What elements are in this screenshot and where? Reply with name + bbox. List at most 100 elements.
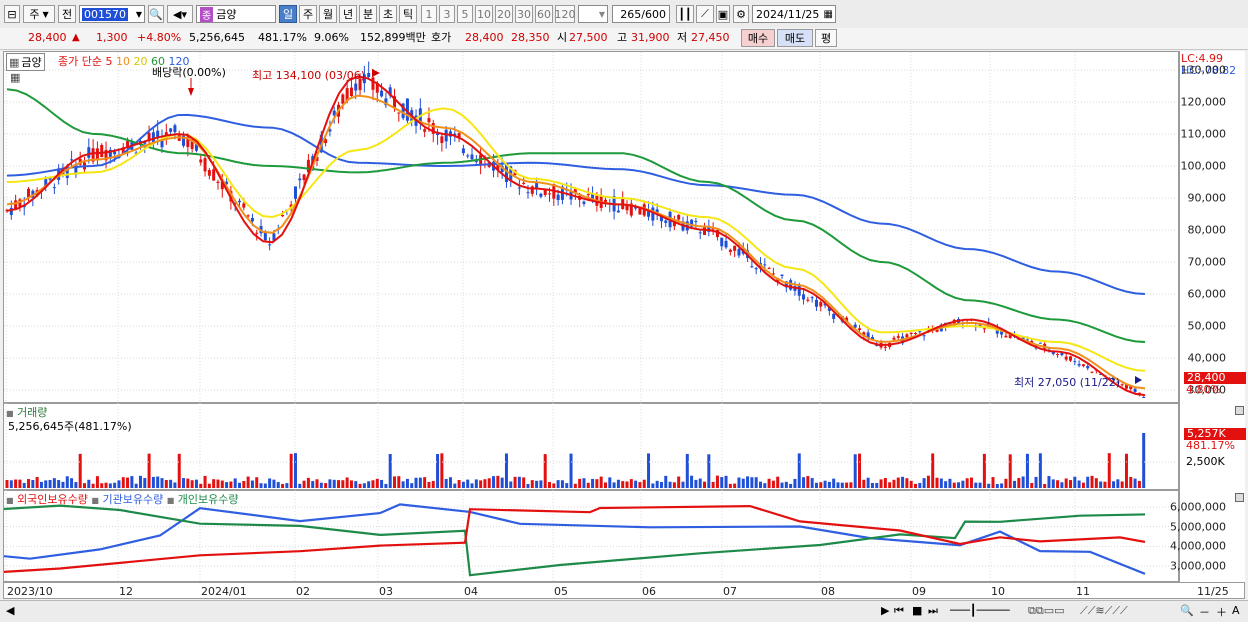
volume-bar (535, 480, 539, 488)
volume-bar (186, 478, 190, 488)
volume-bar (1043, 483, 1047, 488)
volume-bar (293, 453, 297, 488)
volume-bar (1116, 479, 1120, 488)
candle-body (427, 118, 431, 123)
volume-bar (375, 478, 379, 488)
candle-body (582, 201, 586, 204)
candle-body (737, 249, 741, 256)
high-note: 최고 134,100 (03/06) (252, 69, 366, 82)
volume-bar (845, 482, 849, 488)
volume-bar (436, 454, 440, 488)
candle-body (982, 328, 986, 330)
candle-body (638, 208, 642, 215)
candle-body (750, 266, 754, 268)
volume-bar (694, 479, 698, 488)
volume-bar (827, 481, 831, 488)
volume-bar (380, 479, 384, 488)
indicator-icons[interactable]: ⟋⟋≋⟋⟋⟋ (1080, 604, 1128, 618)
candle-body (1081, 364, 1085, 367)
candle-body (298, 178, 302, 181)
volume-bar (397, 476, 401, 488)
volume-bar (978, 482, 982, 488)
volume-bar (806, 476, 810, 488)
close-panel-icon[interactable] (1235, 406, 1244, 415)
volume-bar (207, 483, 211, 488)
candle-body (909, 332, 913, 334)
volume-bar (173, 482, 177, 488)
y-tick-label: 80,000 (1187, 223, 1227, 237)
candle-body (1142, 396, 1146, 398)
volume-bar (849, 482, 853, 488)
stop-icon[interactable]: ■ (912, 604, 922, 617)
volume-bar (1051, 479, 1055, 488)
x-tick-label: 2023/10 (7, 585, 53, 598)
volume-bar (113, 482, 117, 488)
candle-body (677, 214, 681, 220)
candle-body (212, 169, 216, 181)
ma20-line (6, 107, 1146, 372)
volume-bar (720, 477, 724, 488)
layout-icons[interactable]: ⧉⧉▭▭ (1028, 604, 1065, 618)
candle-body (810, 297, 814, 299)
zoom-slider[interactable]: ───┃───── (950, 604, 1010, 617)
volume-bar (1112, 481, 1116, 488)
candle-body (1004, 335, 1008, 338)
volume-bar (70, 478, 74, 488)
close-panel-icon[interactable] (1235, 493, 1244, 502)
rewind-icon[interactable]: ⏮ (894, 604, 904, 618)
legend-foreign: 외국인보유수량 (17, 493, 88, 506)
stock-name-tag[interactable]: ▦ 금양 (6, 53, 45, 71)
volume-bar (130, 476, 134, 488)
volume-bar (1017, 477, 1021, 488)
volume-bar (384, 483, 388, 488)
volume-bar (655, 480, 659, 488)
volume-bar (393, 476, 397, 488)
square-icon: ■ (6, 496, 14, 505)
volume-bar (203, 475, 207, 488)
scroll-left-icon[interactable]: ◀ (6, 604, 14, 617)
volume-bar (229, 481, 233, 488)
candle-body (664, 220, 668, 223)
volume-bar (586, 482, 590, 488)
volume-bar (1034, 476, 1038, 488)
settings-icon[interactable]: ▦ (10, 71, 20, 84)
zoom-search-icon[interactable]: 🔍 (1180, 604, 1194, 617)
x-tick-label: 11 (1076, 585, 1090, 598)
candle-body (14, 200, 18, 209)
volume-bar (608, 477, 612, 488)
volume-bar (1120, 481, 1124, 488)
zoom-out-icon[interactable]: － (1199, 604, 1210, 620)
candle-body (1086, 366, 1090, 369)
chart-canvas (3, 52, 1176, 582)
candle-body (905, 334, 909, 338)
volume-bar (1068, 480, 1072, 488)
candle-body (814, 299, 818, 307)
volume-bar (522, 477, 526, 488)
candle-body (733, 245, 737, 251)
volume-bar (629, 479, 633, 488)
font-size-icon[interactable]: A (1232, 604, 1240, 617)
volume-bar (315, 479, 319, 488)
x-tick-label: 10 (991, 585, 1005, 598)
volume-bar (1124, 453, 1128, 488)
volume-bar (22, 482, 26, 488)
zoom-in-icon[interactable]: ＋ (1216, 604, 1227, 620)
current-pct-tag: 4.80% (1186, 383, 1221, 396)
candle-body (52, 187, 56, 189)
candle-body (470, 154, 474, 160)
volume-bar (169, 479, 173, 488)
low-arrow-icon (1135, 376, 1142, 384)
volume-bar (216, 479, 220, 488)
candle-body (169, 128, 173, 132)
volume-bar (9, 480, 13, 488)
scroll-right-icon[interactable]: ▶ (881, 604, 889, 617)
candle-body (797, 285, 801, 296)
forward-icon[interactable]: ⏭ (928, 604, 938, 618)
individual-holding-line (3, 504, 1146, 573)
volume-bar (935, 477, 939, 488)
legend-icon: ▦ (9, 55, 20, 69)
volume-bar (151, 476, 155, 488)
volume-bar (681, 481, 685, 488)
volume-bar (289, 453, 293, 488)
candle-body (397, 112, 401, 114)
